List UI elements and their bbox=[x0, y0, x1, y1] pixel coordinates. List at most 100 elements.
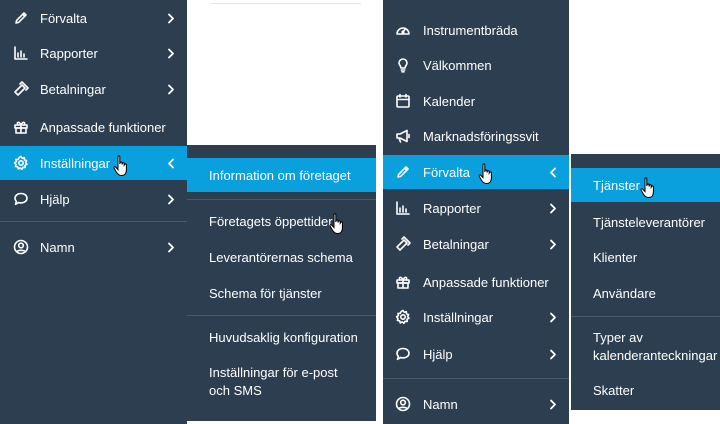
right-nav-label: Förvalta bbox=[423, 164, 470, 180]
right-nav-item-forvalta[interactable]: Förvalta bbox=[383, 155, 569, 189]
left-nav-label: Inställningar bbox=[40, 155, 111, 171]
submenu-label: Skatter bbox=[593, 382, 635, 398]
submenu-label: Huvudsaklig konfiguration bbox=[209, 329, 358, 345]
left-nav-label: Hjälp bbox=[40, 191, 70, 207]
submenu-item-foretagets-oppettider[interactable]: Företagets öppettider bbox=[187, 207, 376, 235]
hand-pointer-cursor-icon bbox=[113, 155, 131, 177]
chevron-right-icon bbox=[166, 47, 176, 59]
left-nav-item-namn[interactable]: Namn bbox=[0, 232, 187, 262]
divider bbox=[571, 316, 720, 317]
submenu-item-typer-av-kalenderanteckningar[interactable]: Typer av kalenderanteckningar bbox=[571, 329, 720, 369]
right-nav-item-marknadsforingssvit[interactable]: Marknadsföringssvit bbox=[383, 121, 569, 151]
divider bbox=[187, 199, 376, 200]
right-nav-label: Välkommen bbox=[423, 57, 492, 73]
megaphone-icon bbox=[394, 127, 412, 145]
right-nav-item-betalningar[interactable]: Betalningar bbox=[383, 229, 569, 259]
submenu-item-tjansteleverantorer[interactable]: Tjänsteleverantörer bbox=[571, 208, 720, 236]
submenu-label: Företagets öppettider bbox=[209, 213, 333, 229]
chevron-left-icon bbox=[548, 166, 558, 178]
chevron-right-icon bbox=[548, 348, 558, 360]
right-nav-item-anpassade-funktioner[interactable]: Anpassade funktioner bbox=[383, 267, 569, 297]
left-nav-label: Betalningar bbox=[40, 81, 106, 97]
chevron-right-icon bbox=[548, 311, 558, 323]
submenu-label: Typer av kalenderanteckningar bbox=[593, 330, 718, 363]
chevron-right-icon bbox=[548, 398, 558, 410]
right-nav-label: Hjälp bbox=[423, 346, 453, 362]
right-nav-item-namn[interactable]: Namn bbox=[383, 389, 569, 419]
hand-pointer-cursor-icon bbox=[478, 163, 496, 185]
settings-submenu: Information om företaget Företagets öppe… bbox=[187, 145, 376, 421]
submenu-label: Klienter bbox=[593, 249, 638, 265]
divider bbox=[211, 3, 361, 4]
chevron-right-icon bbox=[166, 241, 176, 253]
left-nav-label: Förvalta bbox=[40, 10, 87, 26]
submenu-label: Användare bbox=[593, 285, 656, 301]
submenu-item-klienter[interactable]: Klienter bbox=[571, 243, 720, 271]
right-nav-label: Inställningar bbox=[423, 309, 494, 325]
gear-icon bbox=[12, 154, 30, 172]
dashboard-gauge-icon bbox=[394, 21, 412, 39]
hand-pointer-cursor-icon bbox=[329, 213, 347, 235]
submenu-item-huvudsaklig-konfiguration[interactable]: Huvudsaklig konfiguration bbox=[187, 323, 376, 351]
submenu-label: Leverantörernas schema bbox=[209, 249, 353, 265]
submenu-label: Tjänster bbox=[593, 177, 640, 193]
left-nav-item-anpassade-funktioner[interactable]: Anpassade funktioner bbox=[0, 112, 187, 142]
pencil-icon bbox=[12, 9, 30, 27]
right-nav-label: Rapporter bbox=[423, 200, 481, 216]
chat-bubble-icon bbox=[394, 345, 412, 363]
right-nav-item-valkommen[interactable]: Välkommen bbox=[383, 50, 569, 80]
right-nav-item-installningar[interactable]: Inställningar bbox=[383, 302, 569, 332]
right-nav-label: Marknadsföringssvit bbox=[423, 128, 539, 144]
chevron-right-icon bbox=[166, 193, 176, 205]
submenu-label: Schema för tjänster bbox=[209, 285, 322, 301]
chat-bubble-icon bbox=[12, 190, 30, 208]
left-nav-item-betalningar[interactable]: Betalningar bbox=[0, 74, 187, 104]
pencil-icon bbox=[394, 163, 412, 181]
left-nav-item-installningar[interactable]: Inställningar bbox=[0, 146, 187, 180]
lightbulb-icon bbox=[394, 56, 412, 74]
chevron-right-icon bbox=[166, 12, 176, 24]
submenu-label: Inställningar för e-post och SMS bbox=[209, 365, 338, 398]
user-circle-icon bbox=[394, 395, 412, 413]
right-nav-label: Anpassade funktioner bbox=[423, 274, 549, 290]
right-nav-item-kalender[interactable]: Kalender bbox=[383, 86, 569, 116]
right-sidebar: Instrumentbräda Välkommen Kalender Markn… bbox=[383, 0, 569, 424]
submenu-item-schema-for-tjanster[interactable]: Schema för tjänster bbox=[187, 279, 376, 307]
bar-chart-icon bbox=[394, 199, 412, 217]
left-nav-item-hjalp[interactable]: Hjälp bbox=[0, 184, 187, 214]
left-nav-label: Rapporter bbox=[40, 45, 98, 61]
divider bbox=[0, 221, 187, 222]
right-nav-label: Kalender bbox=[423, 93, 476, 109]
left-nav-label: Namn bbox=[40, 239, 75, 255]
right-nav-label: Betalningar bbox=[423, 236, 489, 252]
divider bbox=[383, 378, 569, 379]
chevron-right-icon bbox=[548, 238, 558, 250]
right-nav-label: Instrumentbräda bbox=[423, 22, 518, 38]
submenu-item-skatter[interactable]: Skatter bbox=[571, 376, 720, 404]
payment-icon bbox=[394, 235, 412, 253]
submenu-item-installningar-e-post-sms[interactable]: Inställningar för e-post och SMS bbox=[187, 364, 376, 404]
submenu-item-anvandare[interactable]: Användare bbox=[571, 279, 720, 307]
gear-icon bbox=[394, 308, 412, 326]
chevron-right-icon bbox=[548, 202, 558, 214]
left-nav-item-rapporter[interactable]: Rapporter bbox=[0, 38, 187, 68]
left-nav-label: Anpassade funktioner bbox=[40, 119, 166, 135]
content-area bbox=[187, 0, 383, 145]
right-nav-item-instrumentbrada[interactable]: Instrumentbräda bbox=[383, 15, 569, 45]
gift-icon bbox=[12, 118, 30, 136]
left-sidebar: Förvalta Rapporter Betalningar Anpassade… bbox=[0, 0, 187, 424]
divider bbox=[187, 315, 376, 316]
submenu-item-leverantorernas-schema[interactable]: Leverantörernas schema bbox=[187, 243, 376, 271]
right-nav-label: Namn bbox=[423, 396, 458, 412]
chevron-left-icon bbox=[166, 157, 176, 169]
calendar-icon bbox=[394, 92, 412, 110]
bar-chart-icon bbox=[12, 44, 30, 62]
submenu-label: Information om företaget bbox=[209, 167, 351, 183]
right-nav-item-rapporter[interactable]: Rapporter bbox=[383, 193, 569, 223]
submenu-item-information-om-foretaget[interactable]: Information om företaget bbox=[187, 158, 376, 192]
left-nav-item-forvalta[interactable]: Förvalta bbox=[0, 3, 187, 33]
right-nav-item-hjalp[interactable]: Hjälp bbox=[383, 339, 569, 369]
submenu-label: Tjänsteleverantörer bbox=[593, 214, 705, 230]
user-circle-icon bbox=[12, 238, 30, 256]
chevron-right-icon bbox=[166, 83, 176, 95]
